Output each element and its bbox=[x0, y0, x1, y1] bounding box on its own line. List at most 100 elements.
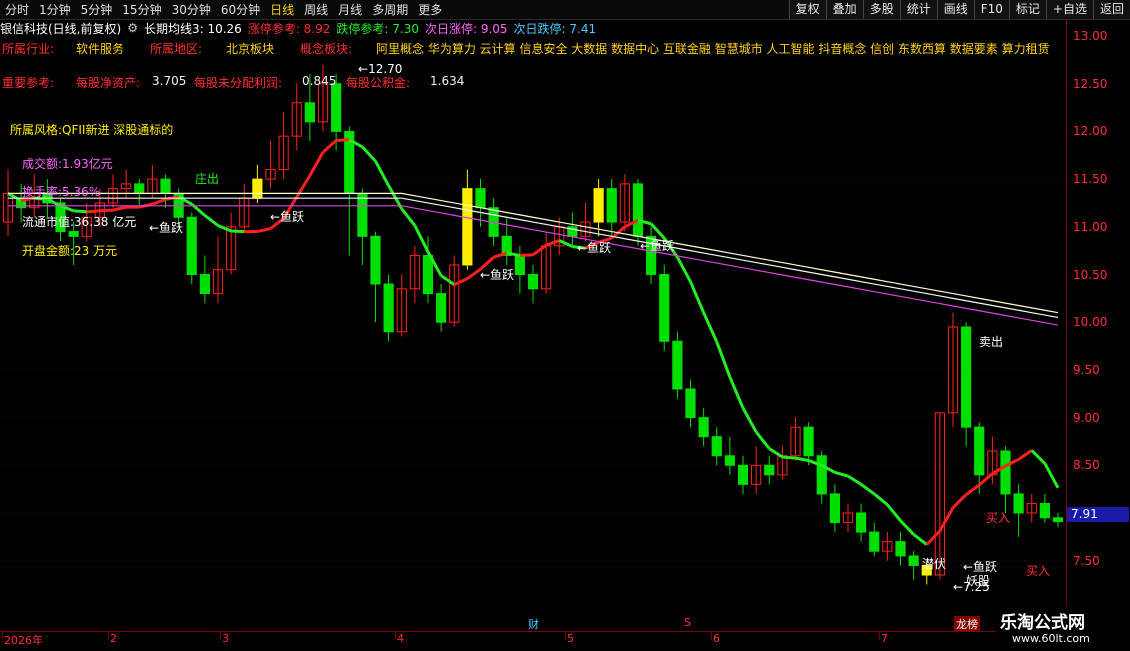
date-tick bbox=[220, 632, 221, 639]
candle-body bbox=[659, 274, 670, 342]
ma-line-segment bbox=[676, 256, 692, 283]
ma-line-segment bbox=[112, 205, 127, 212]
period-tab[interactable]: 1分钟 bbox=[34, 1, 76, 18]
ma-line-segment bbox=[361, 145, 377, 163]
candle-body bbox=[422, 254, 434, 295]
candle-body bbox=[816, 455, 827, 495]
date-tick-label: 3 bbox=[222, 632, 229, 645]
toolbar-button[interactable]: 返回 bbox=[1092, 0, 1130, 19]
toolbar-button[interactable]: +自选 bbox=[1045, 0, 1093, 19]
industry-label: 所属行业: bbox=[2, 42, 55, 56]
candle-body bbox=[475, 188, 486, 209]
yuyue-signal-2: ←鱼跃 bbox=[270, 210, 305, 224]
toolbar-button[interactable]: 统计 bbox=[899, 0, 937, 19]
candle-body bbox=[186, 216, 197, 275]
ma-line-segment bbox=[715, 341, 732, 378]
high-label: ←12.70 bbox=[358, 62, 403, 76]
price-tick-label: 11.00 bbox=[1073, 219, 1108, 234]
float-cap: 流通市值:36.38 亿元 bbox=[22, 215, 137, 229]
period-tab[interactable]: 更多 bbox=[413, 1, 447, 18]
price-tick-label: 12.00 bbox=[1073, 124, 1108, 139]
ma-line-segment bbox=[912, 533, 928, 546]
candle-body bbox=[672, 340, 683, 390]
candle-body bbox=[961, 326, 972, 428]
period-tab[interactable]: 月线 bbox=[333, 1, 367, 18]
style-text: 所属风格:QFII新进 深股通标的 bbox=[10, 123, 174, 137]
ma-line-segment bbox=[860, 483, 876, 496]
date-tick bbox=[711, 632, 712, 639]
settings-icon[interactable]: ⚙ bbox=[127, 21, 138, 35]
turnover-amount: 成交额:1.93亿元 bbox=[22, 157, 113, 171]
toolbar-button[interactable]: F10 bbox=[973, 0, 1009, 19]
date-tick bbox=[108, 632, 109, 639]
toolbar-button[interactable]: 标记 bbox=[1008, 0, 1046, 19]
toolbar-button[interactable]: 叠加 bbox=[825, 0, 863, 19]
reserve-value: 1.634 bbox=[430, 74, 465, 88]
ma-line-segment bbox=[741, 407, 758, 433]
candle-body bbox=[724, 455, 735, 466]
toolbar-button[interactable]: 画线 bbox=[936, 0, 974, 19]
price-axis: 13.00 12.50 12.00 11.50 11.00 10.50 10.00 9.50 9… bbox=[1066, 20, 1130, 632]
ref-label: 重要参考: bbox=[2, 76, 55, 90]
period-tab[interactable]: 多周期 bbox=[367, 1, 413, 18]
period-tab[interactable]: 15分钟 bbox=[117, 1, 166, 18]
toolbar-button[interactable]: 多股 bbox=[862, 0, 900, 19]
maichu-label: 卖出 bbox=[979, 335, 1004, 349]
turnover-rate: 换手率:5.36% bbox=[22, 185, 101, 199]
period-tab[interactable]: 周线 bbox=[299, 1, 333, 18]
period-tab[interactable]: 60分钟 bbox=[216, 1, 265, 18]
toolbar-button[interactable]: 复权 bbox=[788, 0, 826, 19]
ma-line-segment bbox=[257, 227, 271, 234]
qianfu-label: 潜伏 bbox=[922, 557, 947, 571]
watermark-url: www.60lt.com bbox=[1012, 632, 1090, 645]
period-tab[interactable]: 30分钟 bbox=[167, 1, 216, 18]
candle-body bbox=[527, 274, 539, 290]
undist-value: 0.845 bbox=[302, 74, 337, 88]
period-tab[interactable]: 5分钟 bbox=[76, 1, 118, 18]
ma-line-segment bbox=[782, 455, 796, 460]
date-tick bbox=[395, 632, 396, 639]
candle-body bbox=[357, 192, 368, 237]
ma-line-segment bbox=[466, 267, 482, 280]
zhuangchu-label: 庄出 bbox=[195, 172, 220, 186]
ma-line-segment bbox=[99, 208, 114, 213]
price-tick-label: 12.50 bbox=[1073, 76, 1108, 91]
ma-readout: 长期均线3: 10.26 bbox=[143, 21, 242, 36]
ma-line-segment bbox=[7, 192, 22, 202]
candle-body bbox=[593, 188, 604, 223]
ma-line-segment bbox=[321, 139, 338, 154]
s-marker[interactable]: S bbox=[684, 616, 691, 629]
ma-line-segment bbox=[702, 312, 719, 343]
candle-body bbox=[1052, 517, 1064, 523]
ma-line-segment bbox=[938, 506, 955, 532]
ma-line-segment bbox=[1030, 449, 1046, 465]
price-tick-label: 10.00 bbox=[1073, 315, 1108, 330]
ma-line-segment bbox=[1017, 449, 1033, 461]
candle-body bbox=[1000, 450, 1011, 495]
stock-name: 银信科技(日线,前复权) bbox=[0, 21, 122, 36]
date-tick bbox=[565, 632, 566, 639]
candle-body bbox=[737, 464, 749, 485]
ranking-marker[interactable]: 龙榜 bbox=[954, 616, 980, 632]
finance-marker[interactable]: 财 bbox=[528, 616, 539, 632]
candle-body bbox=[1013, 493, 1024, 514]
candle-body bbox=[160, 178, 171, 194]
nav-label: 每股净资产: bbox=[76, 76, 141, 90]
ma-line-segment bbox=[203, 214, 219, 227]
ma-line-segment bbox=[151, 197, 167, 206]
period-tab[interactable]: 日线 bbox=[265, 1, 299, 18]
candle-body bbox=[606, 188, 617, 223]
ma-line-segment bbox=[86, 209, 101, 214]
reserve-label: 每股公积金: bbox=[346, 76, 411, 90]
candle-body bbox=[803, 426, 814, 457]
toolbar: 复权 叠加 多股 统计 画线 F10 标记 +自选 返回 bbox=[788, 0, 1130, 19]
period-tab[interactable]: 分时 bbox=[0, 1, 34, 18]
ma-line-segment bbox=[545, 239, 560, 247]
ma-line-segment bbox=[899, 519, 915, 536]
ma-line-segment bbox=[1043, 462, 1060, 489]
ma-line-segment bbox=[728, 376, 745, 409]
region-value: 北京板块 bbox=[226, 42, 275, 56]
ma-line-segment bbox=[336, 138, 350, 142]
candle-body bbox=[462, 188, 473, 266]
candle-body bbox=[974, 426, 985, 476]
